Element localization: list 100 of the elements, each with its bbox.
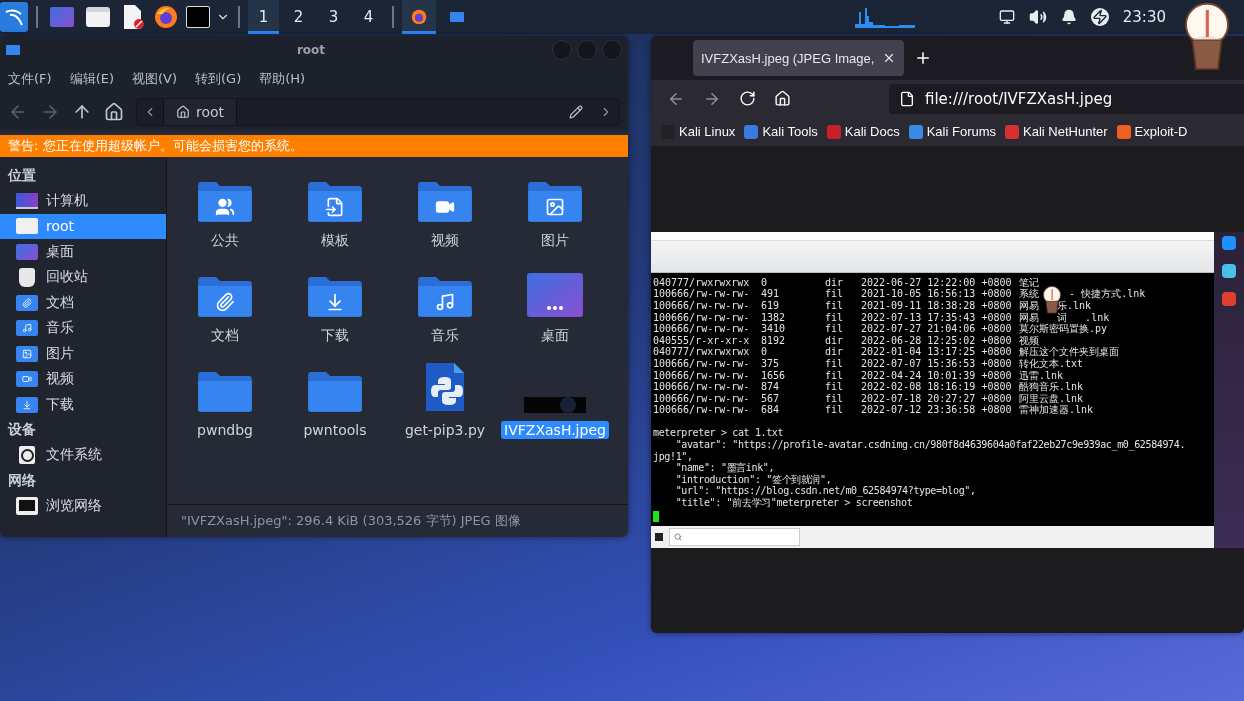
bookmark-link[interactable]: Kali Tools: [744, 124, 818, 139]
search-field[interactable]: [669, 527, 800, 546]
terminal-cell-text: 2022-06-27 12:22:00 +0800: [861, 276, 1013, 289]
section-heading: 网络: [7, 470, 37, 490]
terminal-cell-text: 2022-04-24 10:01:39 +0800: [861, 369, 1013, 382]
shortcut-icon[interactable]: [1222, 236, 1236, 250]
file-icon: [899, 90, 915, 107]
notification-icon[interactable]: [1060, 9, 1077, 25]
terminal-line: "url": "https://blog.csdn.net/m0_62584974?type=blog",: [674, 485, 977, 498]
menu-item[interactable]: 文件(F): [4, 70, 56, 88]
workspace-button[interactable]: 2: [283, 0, 314, 34]
menu-item[interactable]: 视图(V): [128, 70, 182, 88]
sidebar-item[interactable]: 浏览网络: [0, 493, 166, 519]
terminal-cell-text: 2022-07-12 23:36:58 +0800: [861, 404, 1013, 416]
file-name[interactable]: 文档: [208, 326, 242, 346]
terminal-cell-text: 100666/rw-rw-rw-: [653, 404, 751, 416]
firefox-icon[interactable]: [154, 5, 178, 29]
desktop-folder-icon: [526, 272, 584, 318]
terminal-cell-text: 2022-01-04 13:17:25 +0800: [861, 346, 1013, 358]
sidebar-item[interactable]: 计算机: [0, 188, 166, 214]
file-name[interactable]: pwndbg: [194, 421, 256, 439]
start-icon[interactable]: [655, 532, 663, 541]
shortcut-icon[interactable]: [1222, 292, 1236, 306]
trash-icon: [19, 267, 35, 287]
sidebar-item[interactable]: 音乐: [0, 315, 166, 341]
file-name[interactable]: 模板: [318, 231, 352, 251]
reload-icon[interactable]: [739, 90, 756, 107]
workspace-button[interactable]: 1: [248, 0, 279, 34]
menu-item[interactable]: 编辑(E): [65, 70, 118, 88]
picture-folder-icon: [526, 181, 584, 223]
file-name[interactable]: 音乐: [428, 326, 462, 346]
bookmark-link[interactable]: Kali Linux: [661, 124, 736, 139]
terminal-cell-text: 网易 乐.lnk: [1019, 299, 1093, 312]
menu-item[interactable]: 转到(G): [191, 70, 246, 88]
sidebar-item[interactable]: 回收站: [0, 264, 166, 290]
edit-icon[interactable]: [569, 105, 583, 119]
path-button[interactable]: root: [163, 99, 238, 125]
sidebar-item[interactable]: 文件系统: [0, 442, 166, 468]
firefox-icon: [411, 9, 427, 25]
home-icon[interactable]: [104, 102, 124, 122]
bookmark-link[interactable]: Kali Forums: [908, 124, 997, 139]
file-name[interactable]: 视频: [428, 231, 462, 251]
file-name[interactable]: 图片: [538, 231, 572, 251]
bookmark-link[interactable]: Kali Docs: [826, 124, 900, 139]
terminal-cell-text: 莫尔斯密码置换.py: [1019, 323, 1109, 335]
video-folder-icon: [16, 371, 38, 388]
terminal-cell-text: dir: [825, 346, 845, 358]
warning-bar: 警告: 您正在使用超级帐户。可能会损害您的系统。: [0, 135, 628, 157]
kali-menu-icon[interactable]: [0, 2, 28, 32]
menu-item[interactable]: 帮助(H): [255, 70, 310, 88]
terminal-cell-text: 1382: [761, 311, 787, 324]
sidebar-item[interactable]: 桌面: [0, 239, 166, 265]
bookmark-link[interactable]: Kali NetHunter: [1005, 124, 1108, 139]
terminal-icon[interactable]: [186, 6, 210, 28]
file-name[interactable]: pwntools: [300, 421, 370, 439]
clock[interactable]: 23:30: [1122, 8, 1166, 26]
status-text: "IVFZXasH.jpeg": 296.4 KiB (303,526 字节) JPEG 图像: [167, 504, 628, 537]
section-heading: 设备: [6, 420, 37, 439]
terminal-cell-text: 040777/rwxrwxrwx: [653, 276, 751, 289]
disk-icon: [19, 446, 35, 465]
picture-folder-icon: [16, 345, 38, 362]
sidebar-item[interactable]: 下载: [0, 392, 166, 418]
address-bar[interactable]: file:///root/IVFZXasH.jpeg: [889, 83, 1244, 114]
terminal-cell-text: 874: [761, 381, 781, 393]
file-name[interactable]: 公共: [208, 231, 242, 251]
task-button[interactable]: [402, 0, 436, 34]
sidebar-item[interactable]: 图片: [0, 341, 166, 367]
volume-icon[interactable]: [1028, 8, 1047, 26]
terminal-line: "name": "墨言ink",: [674, 462, 776, 474]
terminal-cell-text: 100666/rw-rw-rw-: [653, 369, 751, 382]
terminal-cell-text: fil: [825, 288, 845, 300]
terminal-cell-text: 2022-02-08 18:16:19 +0800: [861, 381, 1013, 393]
terminal-cell-text: 619: [761, 299, 781, 312]
download-folder-icon: [306, 276, 364, 318]
sidebar-item[interactable]: 文档: [0, 290, 166, 316]
video-folder-icon: [416, 181, 474, 223]
monitor-icon: [16, 192, 38, 209]
terminal-cell-text: 567: [761, 392, 781, 405]
power-icon[interactable]: [1090, 8, 1109, 26]
terminal-cell-text: dir: [825, 334, 845, 347]
bookmark-favicon: [744, 124, 759, 139]
terminal-cell-text: 491: [761, 288, 781, 300]
workspace-button[interactable]: 4: [353, 0, 384, 34]
template-folder-icon: [306, 181, 364, 223]
terminal-cell-text: fil: [825, 311, 845, 324]
file-name[interactable]: 桌面: [538, 326, 572, 346]
bookmark-link[interactable]: Exploit-D: [1116, 124, 1188, 139]
network-icon[interactable]: [998, 9, 1015, 25]
workspace-button[interactable]: 3: [318, 0, 349, 34]
terminal-cell-text: 100666/rw-rw-rw-: [653, 288, 751, 300]
file-name[interactable]: get-pip3.py: [401, 421, 489, 439]
terminal-cell-text: 100666/rw-rw-rw-: [653, 381, 751, 393]
browser-tab[interactable]: IVFZXasH.jpeg (JPEG Image,: [693, 40, 905, 76]
terminal-cell-text: 100666/rw-rw-rw-: [653, 357, 751, 370]
terminal-cell-text: 2022-06-28 12:25:02 +0800: [861, 334, 1013, 347]
terminal-cell-text: fil: [825, 404, 845, 416]
desktop-icon: [16, 243, 38, 260]
file-name[interactable]: 下载: [318, 326, 352, 346]
sidebar-item[interactable]: 视频: [0, 366, 166, 392]
shortcut-icon[interactable]: [1222, 264, 1236, 278]
